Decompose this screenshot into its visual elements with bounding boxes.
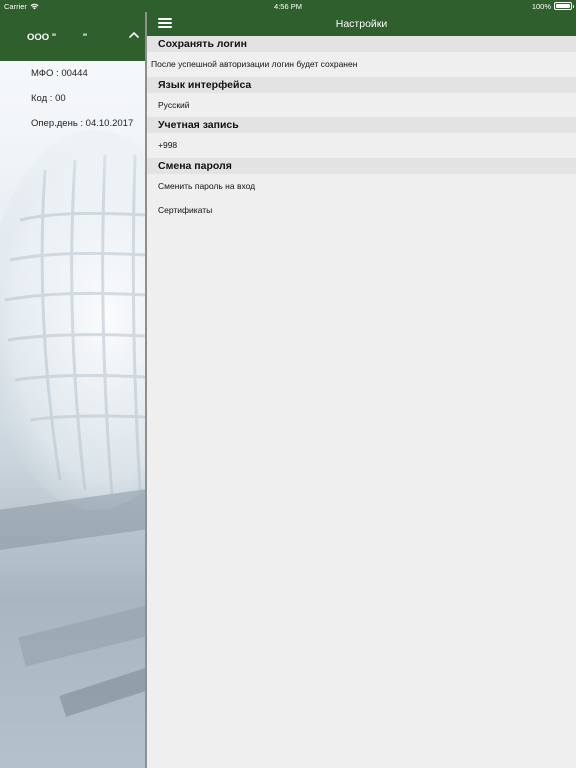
section-header-save-login: Сохранять логин [147,36,576,52]
menu-button[interactable] [158,18,172,30]
certificates-row[interactable]: Сертификаты [147,198,576,222]
section-header-password: Смена пароля [147,158,576,174]
chevron-up-icon[interactable] [128,30,140,40]
code-label: Код : 00 [31,93,66,104]
save-login-row[interactable]: После успешной авторизации логин будет с… [147,52,576,76]
status-bar: Carrier 4:56 PM 100% [0,0,576,12]
sidebar-background-image [0,60,145,768]
settings-panel: Сохранять логин После успешной авторизац… [147,0,576,768]
battery-percent: 100% [531,1,551,11]
section-header-language: Язык интерфейса [147,77,576,93]
language-row[interactable]: Русский [147,93,576,117]
navigation-bar [147,12,576,36]
status-time: 4:56 PM [274,2,302,11]
sidebar: ООО " " МФО : 00444 Код : 00 Опер.день :… [0,0,145,768]
change-password-row[interactable]: Сменить пароль на вход [147,174,576,198]
organization-name[interactable]: ООО " " [27,32,87,43]
account-row[interactable]: +998 [147,133,576,157]
hamburger-icon [158,18,172,28]
battery-icon [554,2,574,10]
mfo-label: МФО : 00444 [31,68,88,79]
operating-day-label: Опер.день : 04.10.2017 [31,118,134,129]
battery-indicator: 100% [531,1,574,11]
section-header-account: Учетная запись [147,117,576,133]
